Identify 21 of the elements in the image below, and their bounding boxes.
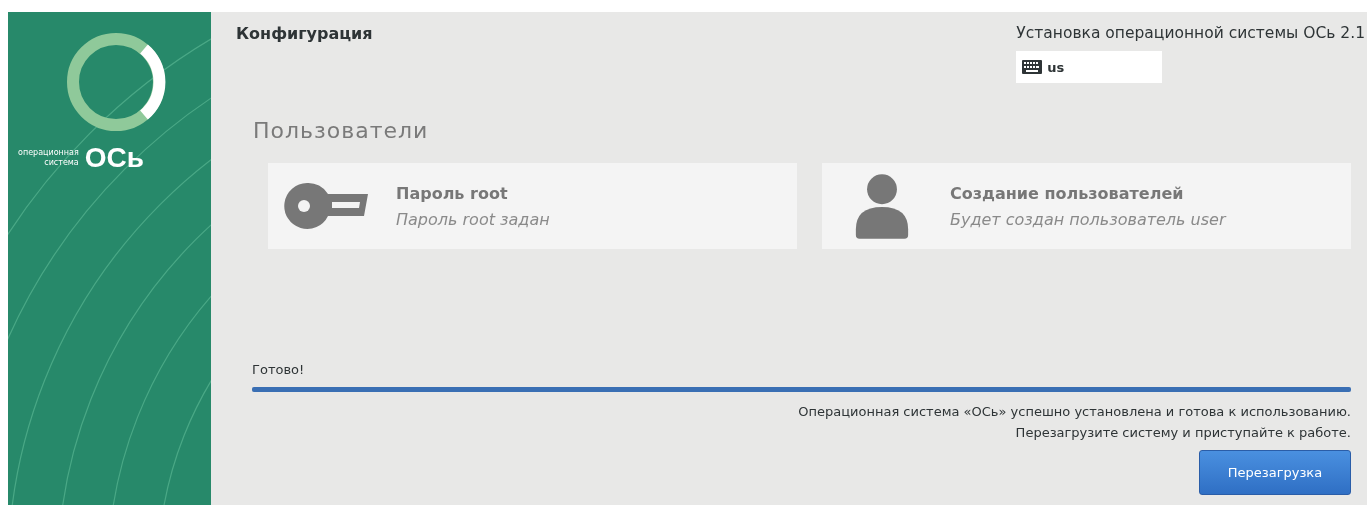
tile-title: Создание пользователей [950,183,1185,203]
status-message: Операционная система «ОСь» успешно установлена и готова к использованию. [798,404,1351,419]
tile-title: Пароль root [396,183,509,203]
user-icon [854,173,910,239]
settings-tile[interactable]: Пароль root Пароль root задан [268,163,797,249]
status-message: Перезагрузите систему и приступайте к работе. [1015,425,1351,440]
tile-status: Будет создан пользователь user [950,209,1226,229]
section-title: Конфигурация [236,24,373,45]
category-title: Пользователи [253,118,429,143]
keyboard-icon [1022,60,1043,74]
product-title: Установка операционной системы ОСь 2.1 [1016,24,1365,42]
ring-logo-icon [66,32,166,132]
progress-label: Готово! [252,362,305,377]
tile-status: Пароль root задан [396,209,550,229]
reboot-button[interactable]: Перезагрузка [1199,450,1351,495]
logo-caption: операционная [18,148,79,158]
layout-label: us [1047,59,1065,75]
logo-caption: система [44,158,79,168]
logo-wordmark: ОСь [84,142,144,174]
keyboard-layout-indicator[interactable]: us [1016,51,1163,83]
settings-tile[interactable]: Создание пользователей Будет создан пользователь user [822,163,1351,249]
